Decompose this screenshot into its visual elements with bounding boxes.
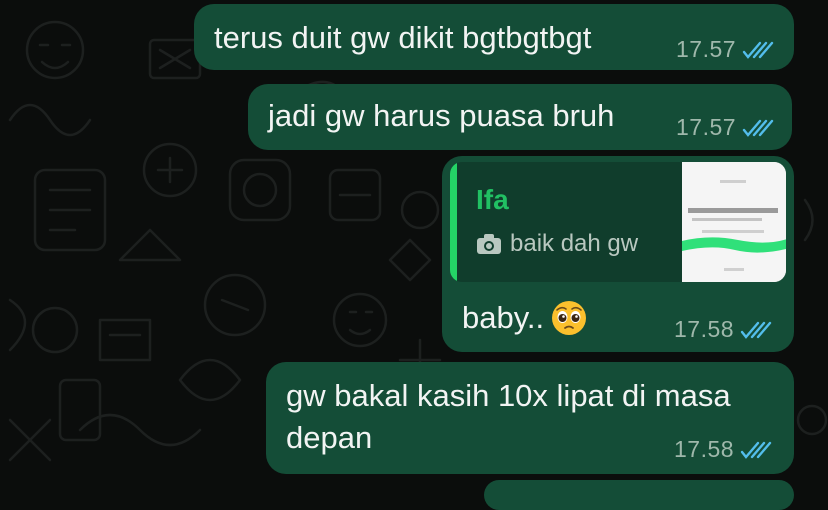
message-time: 17.58	[674, 316, 735, 342]
quote-author: Ifa	[476, 184, 509, 215]
message-bubble[interactable]: gw bakal kasih 10x lipat di masa depan 1…	[266, 362, 794, 474]
message-bubble[interactable]: terus duit gw dikit bgtbgtbgt 17.57	[194, 4, 794, 70]
message-bubble[interactable]: Ifa baik dah gw baby.. 17.58	[442, 156, 794, 352]
message-text-line-1: gw bakal kasih 10x lipat di masa	[286, 378, 731, 413]
quoted-message[interactable]: Ifa baik dah gw	[450, 162, 786, 282]
message-meta: 17.58	[674, 436, 772, 463]
double-check-icon	[742, 41, 774, 59]
message-time: 17.57	[676, 114, 737, 140]
message-meta: 17.58	[674, 316, 772, 343]
message-text-row: baby..	[462, 298, 588, 338]
quote-accent-bar	[450, 162, 457, 282]
message-bubble-partial[interactable]	[484, 480, 794, 510]
double-check-icon	[740, 441, 772, 459]
message-time: 17.58	[674, 436, 735, 462]
quote-thumbnail	[682, 162, 786, 282]
camera-icon	[477, 234, 501, 254]
message-text: baby..	[462, 300, 545, 335]
message-text-line-2: depan	[286, 420, 373, 455]
message-meta: 17.57	[676, 114, 774, 141]
pleading-face-emoji	[552, 301, 587, 335]
double-check-icon	[740, 321, 772, 339]
quote-preview: baik dah gw	[476, 230, 638, 258]
double-check-icon	[742, 119, 774, 137]
message-text: jadi gw harus puasa bruh	[268, 98, 615, 133]
quote-text: baik dah gw	[510, 230, 639, 257]
thumbnail-image	[682, 162, 786, 282]
message-text: terus duit gw dikit bgtbgtbgt	[214, 20, 592, 55]
message-meta: 17.57	[676, 36, 774, 63]
message-time: 17.57	[676, 36, 737, 62]
message-bubble[interactable]: jadi gw harus puasa bruh 17.57	[248, 84, 792, 150]
